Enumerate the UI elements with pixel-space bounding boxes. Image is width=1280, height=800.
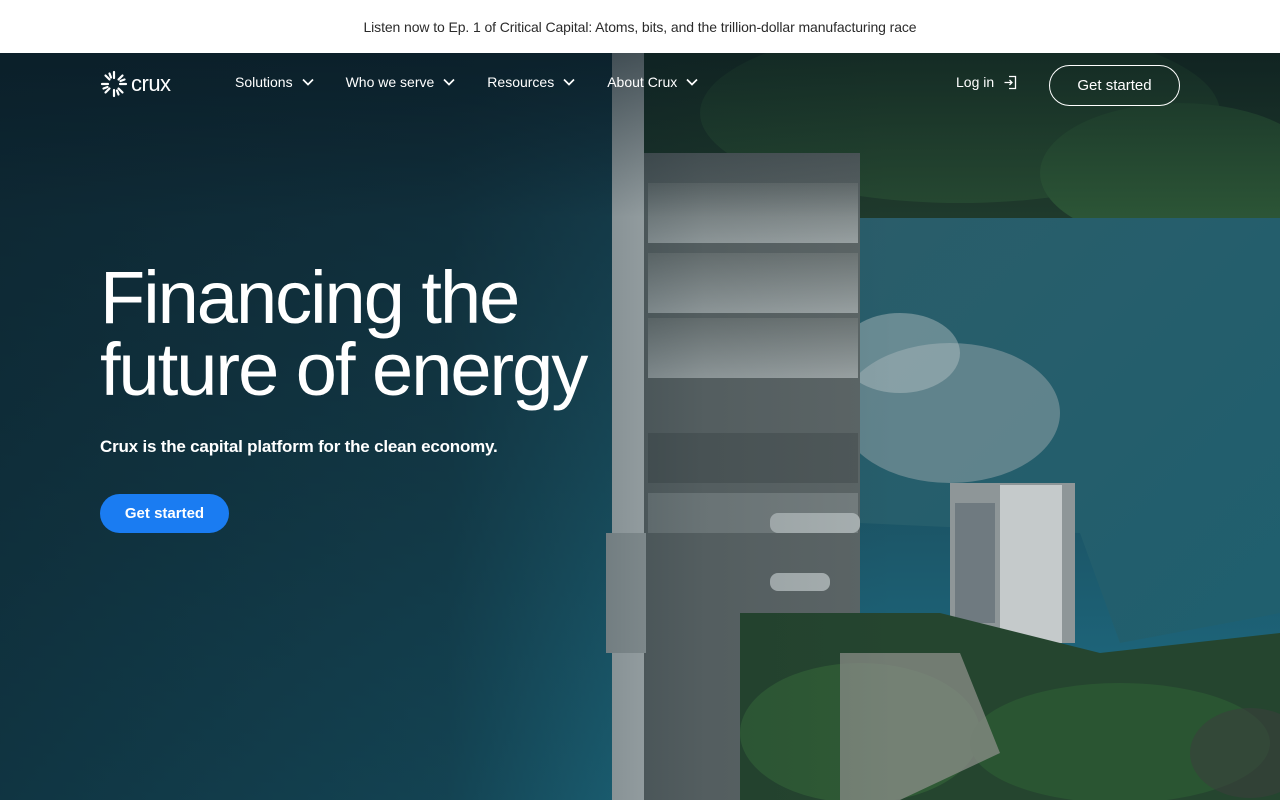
get-started-nav-button[interactable]: Get started bbox=[1049, 65, 1180, 106]
nav-item-label: Solutions bbox=[235, 74, 293, 90]
chevron-down-icon bbox=[686, 78, 698, 86]
nav-item-about-crux[interactable]: About Crux bbox=[607, 74, 698, 90]
nav-links: Solutions Who we serve Resources About C… bbox=[235, 74, 730, 90]
crux-logo[interactable]: crux bbox=[100, 70, 171, 98]
chevron-down-icon bbox=[563, 78, 575, 86]
hero-headline: Financing the future of energy bbox=[100, 261, 660, 407]
get-started-hero-button[interactable]: Get started bbox=[100, 494, 229, 533]
hero-subhead: Crux is the capital platform for the cle… bbox=[100, 437, 498, 456]
chevron-down-icon bbox=[301, 78, 314, 86]
headline-line-1: Financing the bbox=[100, 256, 520, 339]
announcement-link[interactable]: Listen now to Ep. 1 of Critical Capital:… bbox=[363, 19, 916, 35]
crux-logo-icon bbox=[100, 70, 128, 98]
nav-item-label: Who we serve bbox=[345, 74, 435, 90]
chevron-down-icon bbox=[443, 78, 455, 86]
login-link[interactable]: Log in bbox=[956, 74, 1018, 90]
main-nav: crux Solutions Who we serve Resources Ab… bbox=[0, 53, 1280, 117]
nav-item-resources[interactable]: Resources bbox=[487, 74, 575, 90]
login-label: Log in bbox=[956, 74, 995, 90]
announcement-bar: Listen now to Ep. 1 of Critical Capital:… bbox=[0, 0, 1280, 53]
headline-line-2: future of energy bbox=[100, 328, 588, 411]
logo-text: crux bbox=[131, 71, 171, 96]
nav-item-solutions[interactable]: Solutions bbox=[235, 74, 314, 90]
login-icon bbox=[1004, 75, 1017, 89]
hero-section bbox=[0, 53, 1280, 800]
nav-item-label: Resources bbox=[487, 74, 555, 90]
hero-overlay bbox=[0, 53, 1280, 800]
nav-item-label: About Crux bbox=[607, 74, 678, 90]
nav-item-who-we-serve[interactable]: Who we serve bbox=[346, 74, 456, 90]
